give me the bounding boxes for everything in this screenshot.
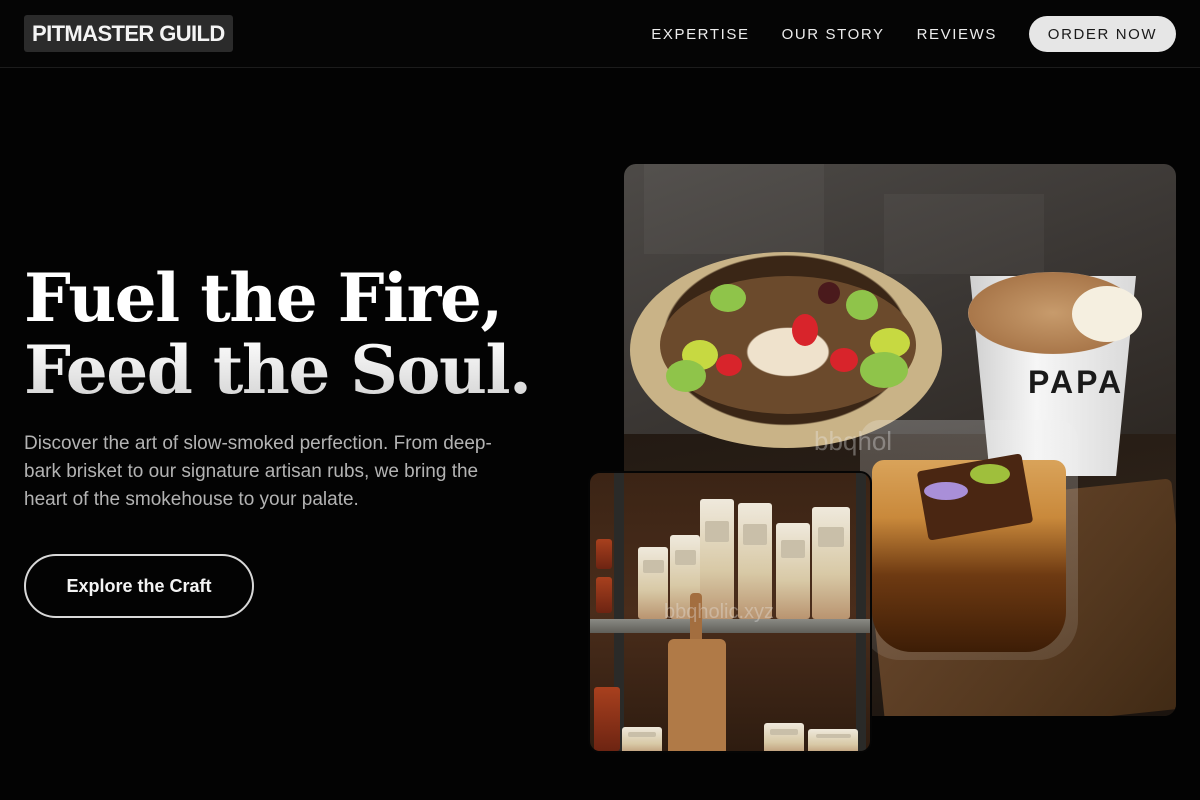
spice-jar xyxy=(596,539,612,569)
spice-bag xyxy=(776,523,810,619)
hero-title-line-2: Feed the Soul. xyxy=(24,331,531,409)
spice-jar xyxy=(596,577,612,613)
watermark: bbqhol xyxy=(814,426,893,456)
wall-tile xyxy=(884,194,1044,274)
main-nav: EXPERTISE OUR STORY REVIEWS ORDER NOW xyxy=(651,0,1176,68)
nav-link-expertise[interactable]: EXPERTISE xyxy=(651,26,749,43)
fruit-strawberry xyxy=(830,348,858,372)
site-header: PITMASTER GUILD EXPERTISE OUR STORY REVI… xyxy=(0,0,1200,68)
hero-title: Fuel the Fire, Feed the Soul. xyxy=(24,262,584,406)
fruit-kiwi xyxy=(846,290,878,320)
herb-garnish xyxy=(970,464,1010,484)
fruit-grape xyxy=(666,360,706,392)
whipped-cream xyxy=(1072,286,1142,342)
nav-link-reviews[interactable]: REVIEWS xyxy=(917,26,997,43)
logo[interactable]: PITMASTER GUILD xyxy=(24,15,233,52)
watermark: bbqholic.xyz xyxy=(664,601,775,623)
spice-bag xyxy=(764,723,804,751)
order-now-button[interactable]: ORDER NOW xyxy=(1029,16,1176,52)
hero-title-line-1: Fuel the Fire, xyxy=(24,259,502,337)
hero-description: Discover the art of slow-smoked perfecti… xyxy=(24,433,492,510)
fruit-strawberry xyxy=(792,314,818,346)
page: PITMASTER GUILD EXPERTISE OUR STORY REVI… xyxy=(0,0,1200,800)
fruit-berry xyxy=(818,282,840,304)
spice-bag xyxy=(808,729,858,751)
cup-logo-text: PAPA xyxy=(1028,364,1125,400)
nav-link-our-story[interactable]: OUR STORY xyxy=(782,26,885,43)
explore-craft-button[interactable]: Explore the Craft xyxy=(24,554,254,618)
spice-bag xyxy=(812,507,850,619)
fruit-kiwi xyxy=(860,352,908,388)
wall-tile xyxy=(644,164,824,254)
shelf-photo: bbqholic.xyz xyxy=(588,471,872,753)
shelf-post xyxy=(856,473,866,751)
fruit-kiwi xyxy=(710,284,746,312)
spice-jar xyxy=(594,687,620,751)
spice-bag xyxy=(622,727,662,751)
fruit-strawberry xyxy=(716,354,742,376)
pizza-paddle xyxy=(668,639,726,751)
edible-flower xyxy=(924,482,968,500)
